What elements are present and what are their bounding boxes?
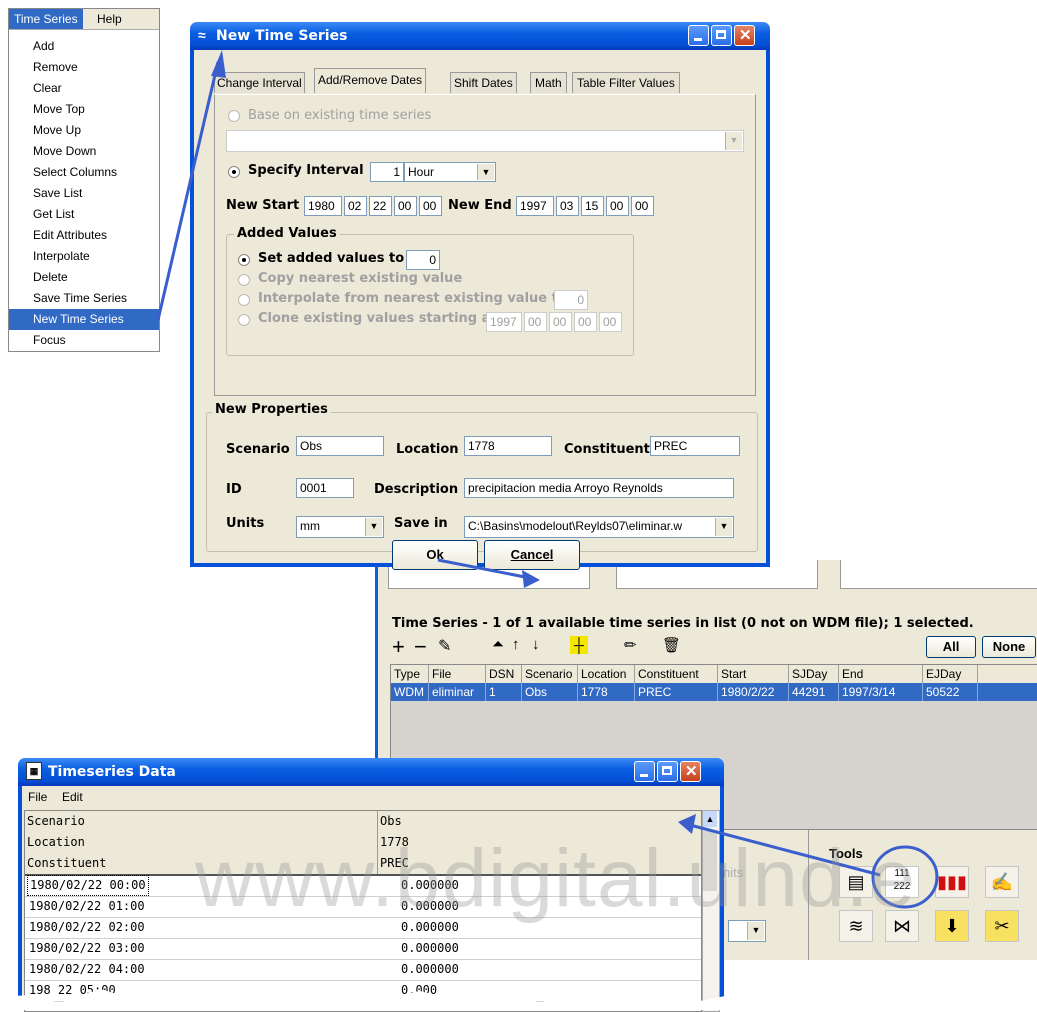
arrow-menu-to-dialog	[156, 61, 220, 321]
arrow-tool-to-data	[689, 823, 881, 877]
arrow-ok-to-list	[437, 558, 531, 580]
highlight-circle	[871, 845, 939, 909]
annotation-arrows	[156, 50, 939, 909]
arrow-head-dialog	[211, 50, 226, 78]
arrow-head-data	[678, 814, 696, 834]
arrow-head-list	[522, 570, 540, 588]
